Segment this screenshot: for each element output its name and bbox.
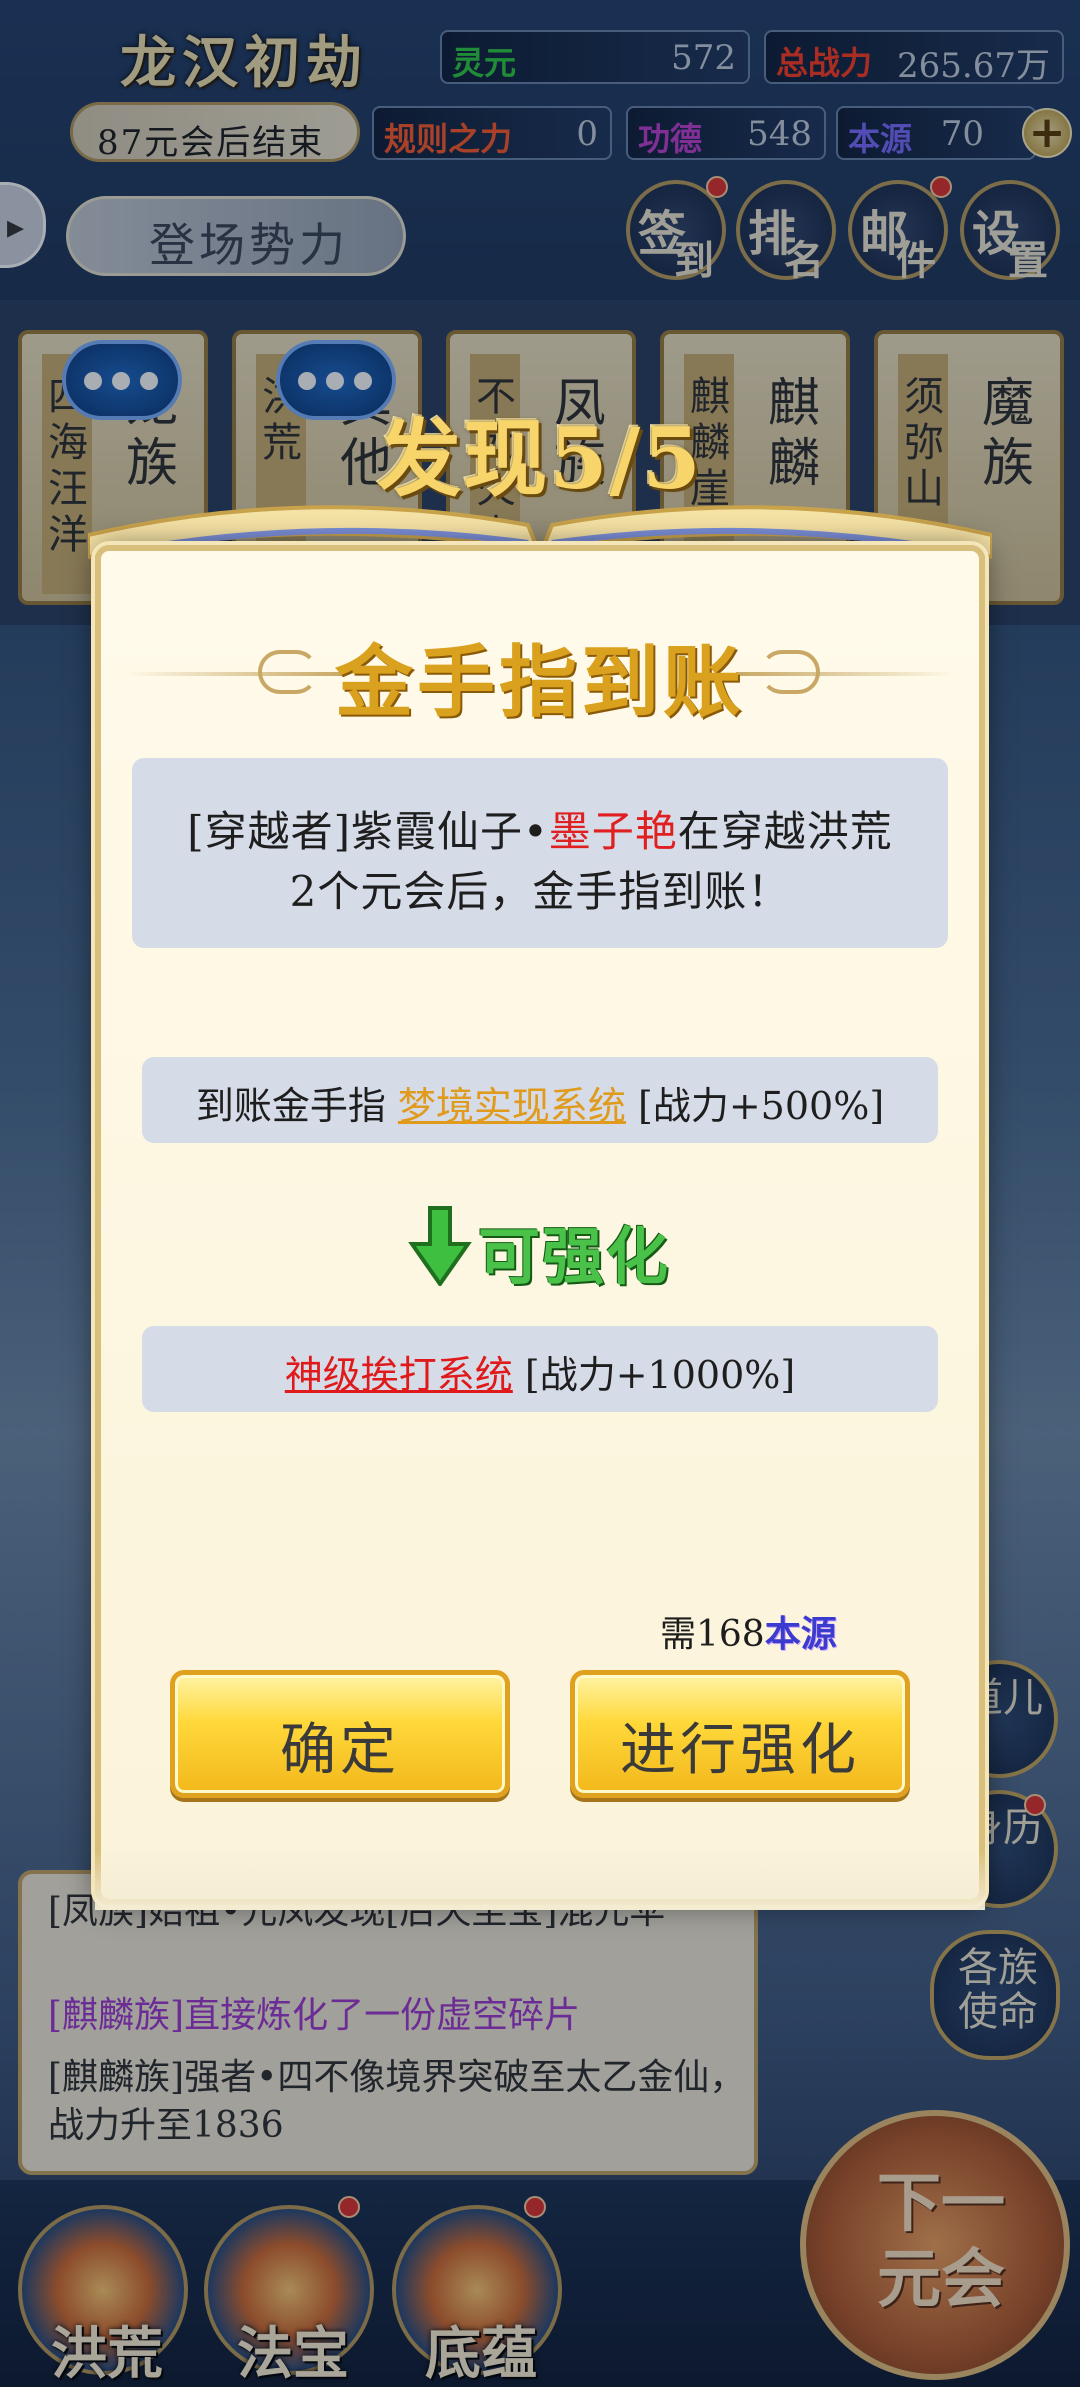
confirm-button-label: 确定	[280, 1718, 400, 1783]
arrival-info-box: [穿越者]紫霞仙子•墨子艳在穿越洪荒 2个元会后，金手指到账！	[132, 758, 948, 948]
info-suffix: 在穿越洪荒	[677, 807, 893, 856]
cost-resource: 本源	[764, 1613, 837, 1655]
cost-text: 需168本源	[660, 1605, 837, 1657]
enhance-button[interactable]: 进行强化	[570, 1670, 910, 1798]
dialog-title: 金手指到账	[334, 637, 745, 728]
upgradable-label: 可强化	[478, 1220, 671, 1293]
down-arrow-icon	[408, 1206, 472, 1286]
golden-finger-prefix: 到账金手指	[195, 1084, 398, 1128]
upgrade-target-link[interactable]: 神级挨打系统	[285, 1353, 513, 1397]
golden-finger-line: 到账金手指 梦境实现系统 [战力+500%]	[142, 1075, 938, 1130]
upgrade-target-box: 神级挨打系统 [战力+1000%]	[142, 1326, 938, 1412]
info-line-2: 2个元会后，金手指到账！	[289, 867, 791, 916]
info-line-1: [穿越者]紫霞仙子•墨子艳在穿越洪荒	[132, 798, 948, 859]
cost-amount: 需168	[660, 1614, 765, 1655]
upgrade-target-bonus: [战力+1000%]	[512, 1353, 796, 1397]
discovery-headline: 发现5/5	[377, 409, 703, 508]
confirm-button[interactable]: 确定	[170, 1670, 510, 1798]
info-prefix: [穿越者]紫霞仙子•	[187, 807, 549, 856]
upgrade-target-line: 神级挨打系统 [战力+1000%]	[142, 1344, 938, 1399]
enhance-button-label: 进行强化	[620, 1718, 860, 1783]
golden-finger-box: 到账金手指 梦境实现系统 [战力+500%]	[142, 1057, 938, 1143]
golden-finger-bonus: [战力+500%]	[625, 1084, 885, 1128]
dialog-footer-decoration	[95, 1850, 985, 1910]
golden-finger-link[interactable]: 梦境实现系统	[398, 1084, 626, 1128]
character-name: 墨子艳	[548, 807, 678, 856]
